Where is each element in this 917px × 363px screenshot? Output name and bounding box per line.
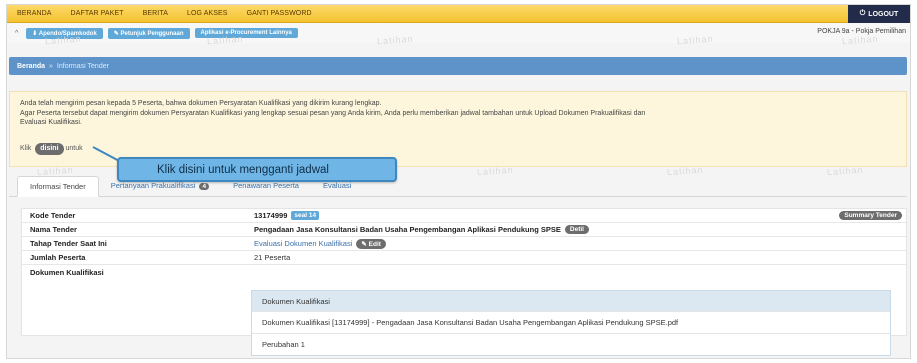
- nama-tender-value-cell: Pengadaan Jasa Konsultansi Badan Usaha P…: [254, 223, 906, 236]
- watermark: Latihan: [376, 33, 414, 47]
- collapse-caret-icon[interactable]: ^: [15, 30, 18, 37]
- breadcrumb: Beranda » Informasi Tender: [9, 57, 907, 75]
- tab-evaluasi[interactable]: Evaluasi: [311, 181, 363, 196]
- table-row: Tahap Tender Saat Ini Evaluasi Dokumen K…: [22, 237, 906, 251]
- dokumen-kualifikasi-label: Dokumen Kualifikasi: [30, 268, 104, 277]
- petunjuk-button[interactable]: ✎ Petunjuk Penggunaan: [107, 27, 190, 39]
- kode-tender-value: 13174999: [254, 211, 288, 220]
- dokumen-file-link[interactable]: Dokumen Kualifikasi [13174999] - Pengada…: [252, 311, 890, 333]
- disini-button[interactable]: disini: [35, 143, 64, 155]
- kode-tender-label: Kode Tender: [30, 211, 76, 220]
- tahap-tender-value-cell: Evaluasi Dokumen Kualifikasi ✎ Edit: [254, 237, 906, 250]
- table-row: Kode Tender 13174999 seal 14 Summary Ten…: [22, 209, 906, 223]
- breadcrumb-current: Informasi Tender: [56, 62, 109, 70]
- tahap-tender-link[interactable]: Evaluasi Dokumen Kualifikasi: [254, 239, 352, 248]
- logout-button[interactable]: ⏻ LOGOUT: [848, 5, 910, 23]
- sub-toolbar: ^ ⬇ Apendo/Spamkodok ✎ Petunjuk Pengguna…: [7, 23, 910, 43]
- alert-line-1: Anda telah mengirim pesan kepada 5 Peser…: [20, 100, 382, 107]
- jumlah-peserta-label: Jumlah Peserta: [30, 253, 86, 262]
- watermark: Latihan: [206, 33, 244, 47]
- table-row: Jumlah Peserta 21 Peserta: [22, 251, 906, 265]
- tooltip-callout: Klik disini untuk mengganti jadwal: [117, 157, 397, 182]
- detil-button[interactable]: Detil: [564, 225, 589, 234]
- alert-klik-row: Klik disini untuk: [20, 143, 83, 155]
- nama-tender-label: Nama Tender: [30, 225, 77, 234]
- nama-tender-value: Pengadaan Jasa Konsultansi Badan Usaha P…: [254, 225, 561, 234]
- summary-tender-button[interactable]: Summary Tender: [839, 211, 902, 220]
- watermark: Latihan: [676, 33, 714, 47]
- nav-daftar-paket[interactable]: DAFTAR PAKET: [71, 10, 124, 17]
- tab-informasi-tender[interactable]: Informasi Tender: [17, 176, 99, 197]
- breadcrumb-home[interactable]: Beranda: [17, 63, 45, 70]
- nav-beranda[interactable]: BERANDA: [17, 10, 52, 17]
- power-icon: ⏻: [859, 10, 866, 17]
- watermark: Latihan: [841, 33, 879, 47]
- logout-label: LOGOUT: [868, 10, 899, 18]
- jumlah-peserta-value: 21 Peserta: [254, 253, 291, 262]
- nav-ganti-password[interactable]: GANTI PASSWORD: [247, 10, 312, 17]
- dokumen-panel-header: Dokumen Kualifikasi: [252, 291, 890, 311]
- tab-pertanyaan-prakualifikasi[interactable]: Pertanyaan Prakualifikasi 4: [99, 181, 221, 196]
- breadcrumb-separator: »: [49, 62, 53, 70]
- kode-tender-value-cell: 13174999 seal 14 Summary Tender: [254, 209, 906, 222]
- perubahan-link[interactable]: Perubahan 1: [252, 333, 890, 355]
- alert-line-3: Evaluasi Kualifikasi.: [20, 119, 82, 126]
- edit-label: Edit: [368, 240, 381, 248]
- alert-box: Anda telah mengirim pesan kepada 5 Peser…: [9, 91, 907, 167]
- question-count-badge: 4: [199, 183, 210, 190]
- tab-penawaran-peserta[interactable]: Penawaran Peserta: [221, 181, 311, 196]
- untuk-text: untuk: [65, 145, 83, 152]
- nav-log-akses[interactable]: LOG AKSES: [187, 10, 228, 17]
- tahap-tender-label: Tahap Tender Saat Ini: [30, 239, 107, 248]
- petunjuk-label: Petunjuk Penggunaan: [120, 30, 184, 37]
- tab-pertanyaan-label: Pertanyaan Prakualifikasi: [110, 181, 196, 190]
- alert-line-2: Agar Peserta tersebut dapat mengirim dok…: [20, 109, 646, 117]
- edit-icon: ✎: [361, 240, 369, 248]
- browser-frame: BERANDA DAFTAR PAKET BERITA LOG AKSES GA…: [6, 4, 911, 359]
- top-navigation: BERANDA DAFTAR PAKET BERITA LOG AKSES GA…: [7, 5, 910, 23]
- nav-berita[interactable]: BERITA: [143, 10, 168, 17]
- seal-badge: seal 14: [291, 211, 320, 220]
- table-row: Nama Tender Pengadaan Jasa Konsultansi B…: [22, 223, 906, 237]
- watermark: Latihan: [44, 33, 82, 47]
- klik-text: Klik: [20, 145, 32, 152]
- edit-button[interactable]: ✎ Edit: [356, 238, 386, 249]
- dokumen-panel: Dokumen Kualifikasi Dokumen Kualifikasi …: [251, 290, 891, 356]
